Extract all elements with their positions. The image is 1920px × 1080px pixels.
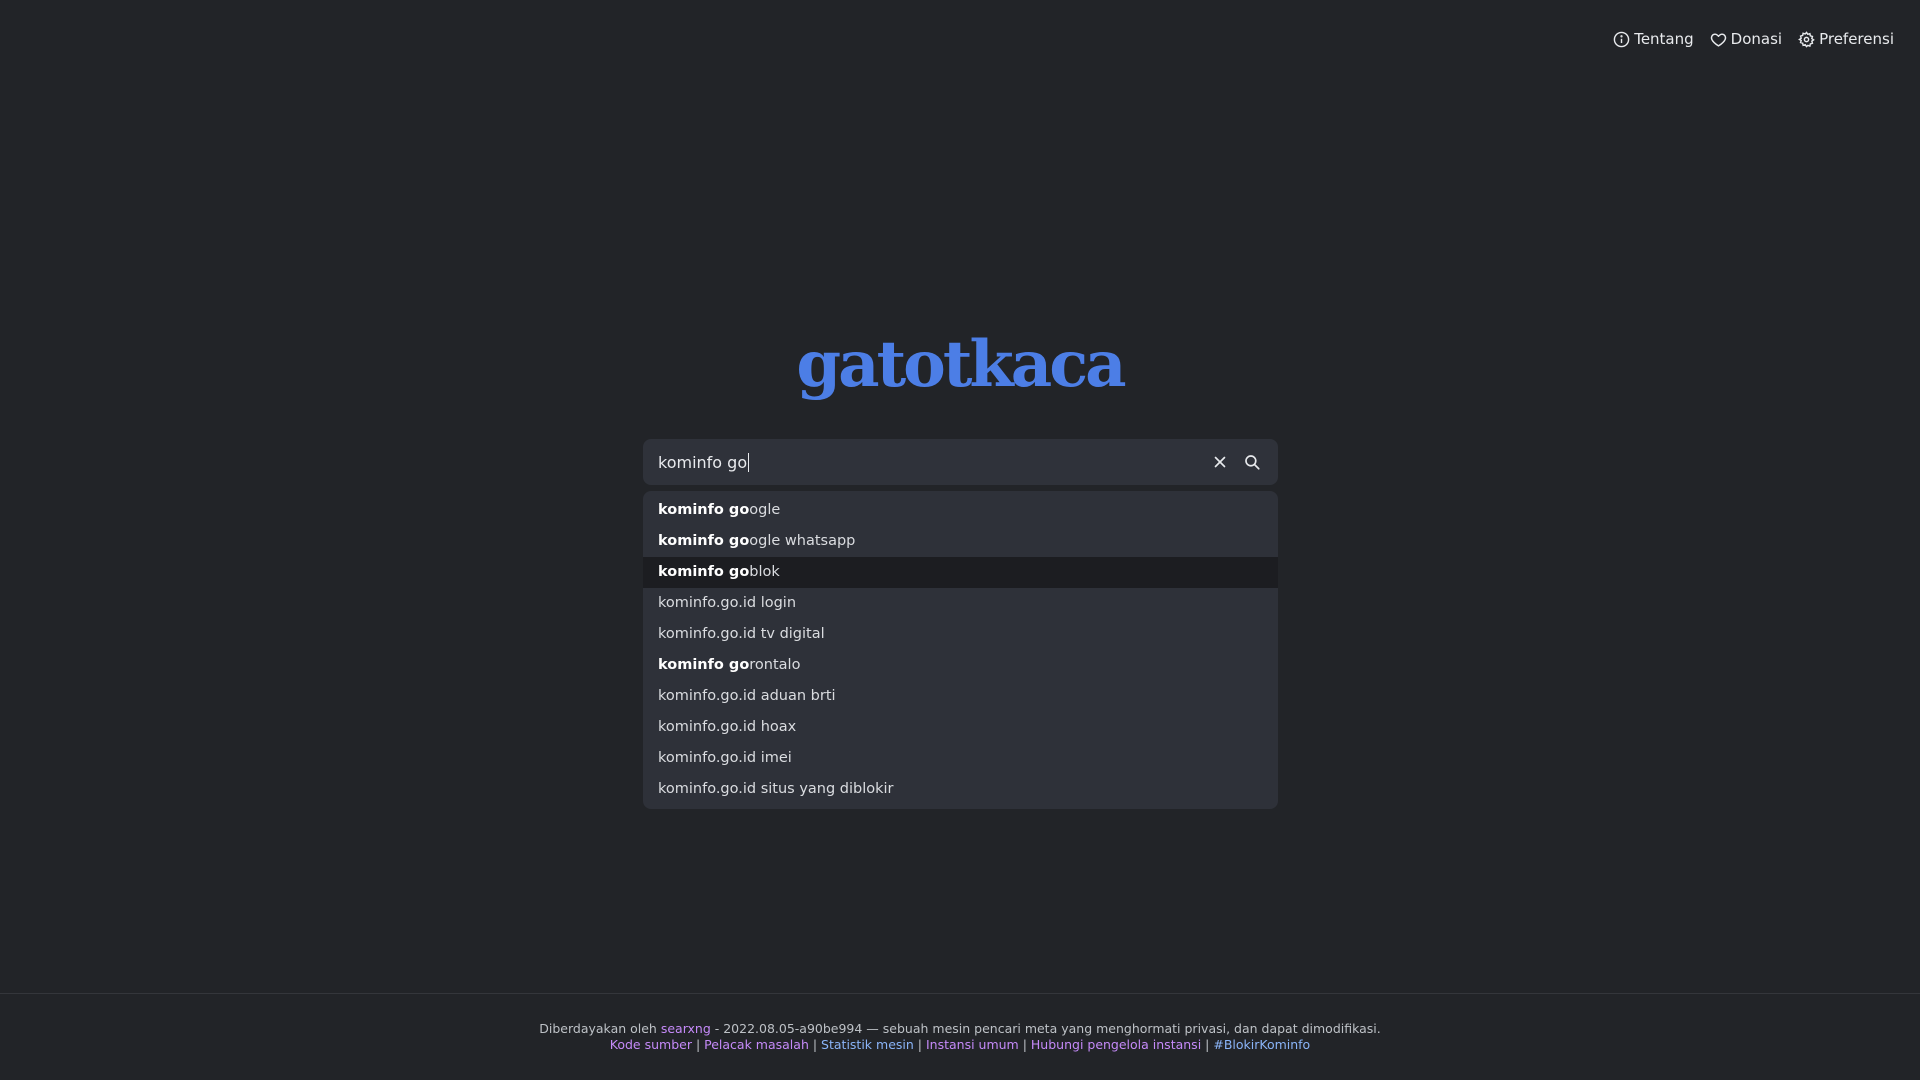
footer-separator: | — [913, 1037, 926, 1052]
site-logo: gatotkaca — [796, 327, 1126, 402]
search-box: kominfo go — [643, 439, 1278, 485]
text-caret — [748, 452, 750, 472]
donate-link[interactable]: Donasi — [1710, 30, 1782, 48]
clear-search-button[interactable] — [1204, 446, 1236, 478]
top-nav: Tentang Donasi Preferensi — [1613, 30, 1894, 48]
about-link[interactable]: Tentang — [1613, 30, 1694, 48]
contact-maintainer-link[interactable]: Hubungi pengelola instansi — [1031, 1037, 1201, 1052]
search-icon — [1245, 455, 1260, 470]
footer-links: Kode sumber | Pelacak masalah | Statisti… — [0, 1037, 1920, 1053]
gear-icon — [1798, 30, 1815, 48]
autocomplete-item[interactable]: kominfo gorontalo — [643, 650, 1278, 681]
suggestion-rest: kominfo.go.id situs yang diblokir — [658, 781, 894, 797]
autocomplete-item[interactable]: kominfo.go.id imei — [643, 743, 1278, 774]
suggestion-rest: rontalo — [749, 657, 801, 673]
autocomplete-item[interactable]: kominfo.go.id hoax — [643, 712, 1278, 743]
source-code-link[interactable]: Kode sumber — [610, 1037, 692, 1052]
autocomplete-item[interactable]: kominfo.go.id login — [643, 588, 1278, 619]
autocomplete-item-active[interactable]: kominfo goblok — [643, 557, 1278, 588]
info-icon — [1613, 31, 1630, 47]
about-label: Tentang — [1634, 30, 1694, 48]
autocomplete-item[interactable]: kominfo.go.id tv digital — [643, 619, 1278, 650]
donate-label: Donasi — [1730, 30, 1783, 48]
preferences-link[interactable]: Preferensi — [1798, 30, 1894, 48]
footer-powered-suffix: - 2022.08.05-a90be994 — sebuah mesin pen… — [710, 1021, 1381, 1036]
suggestion-rest: kominfo.go.id login — [658, 595, 797, 611]
footer-separator: | — [808, 1037, 822, 1052]
footer-separator: | — [1018, 1037, 1031, 1052]
suggestion-match: kominfo go — [658, 533, 750, 549]
heart-icon — [1710, 32, 1726, 47]
footer-powered-line: Diberdayakan oleh searxng - 2022.08.05-a… — [0, 1021, 1920, 1037]
close-icon — [1214, 456, 1226, 468]
footer-separator: | — [691, 1037, 705, 1052]
searxng-link[interactable]: searxng — [661, 1021, 711, 1036]
suggestion-rest: kominfo.go.id hoax — [658, 719, 797, 735]
autocomplete-item[interactable]: kominfo.go.id situs yang diblokir — [643, 774, 1278, 805]
autocomplete-item[interactable]: kominfo.go.id aduan brti — [643, 681, 1278, 712]
suggestion-rest: ogle — [749, 502, 781, 518]
suggestion-match: kominfo go — [658, 657, 750, 673]
suggestion-match: kominfo go — [658, 564, 750, 580]
autocomplete-list: kominfo google kominfo google whatsapp k… — [643, 491, 1278, 809]
issue-tracker-link[interactable]: Pelacak masalah — [704, 1037, 809, 1052]
preferences-label: Preferensi — [1819, 30, 1894, 48]
suggestion-rest: kominfo.go.id tv digital — [658, 626, 825, 642]
public-instances-link[interactable]: Instansi umum — [926, 1037, 1019, 1052]
autocomplete-item[interactable]: kominfo google — [643, 495, 1278, 526]
footer-separator: | — [1201, 1037, 1214, 1052]
footer-powered-prefix: Diberdayakan oleh — [539, 1021, 661, 1036]
suggestion-rest: kominfo.go.id imei — [658, 750, 792, 766]
suggestion-rest: blok — [749, 564, 780, 580]
search-button[interactable] — [1236, 446, 1268, 478]
hashtag-link[interactable]: #BlokirKominfo — [1213, 1037, 1310, 1052]
suggestion-rest: kominfo.go.id aduan brti — [658, 688, 836, 704]
page-footer: Diberdayakan oleh searxng - 2022.08.05-a… — [0, 993, 1920, 1080]
search-area: kominfo go kominfo google kominfo google… — [643, 439, 1278, 809]
search-input[interactable]: kominfo go — [658, 452, 1204, 472]
suggestion-rest: ogle whatsapp — [749, 533, 856, 549]
suggestion-match: kominfo go — [658, 502, 750, 518]
autocomplete-item[interactable]: kominfo google whatsapp — [643, 526, 1278, 557]
search-query: kominfo go — [658, 452, 748, 472]
engine-stats-link[interactable]: Statistik mesin — [821, 1037, 914, 1052]
